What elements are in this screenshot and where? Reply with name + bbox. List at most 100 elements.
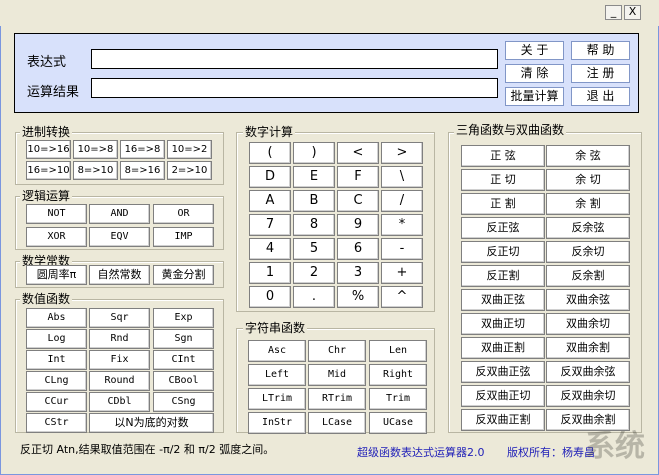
trig-btn-23[interactable]: 反双曲余割 [546,409,630,431]
numeric-fn-btn-6[interactable]: Int [26,350,87,370]
numpad-btn-17[interactable]: 5 [293,238,335,260]
logic-btn-0[interactable]: NOT [26,204,87,224]
numpad-btn-15[interactable]: * [381,214,423,236]
base-btn-1[interactable]: 10=>8 [73,140,118,159]
numpad-btn-22[interactable]: 3 [337,262,379,284]
base-btn-2[interactable]: 16=>8 [120,140,165,159]
base-btn-6[interactable]: 8=>16 [120,161,165,180]
trig-btn-9[interactable]: 反余切 [546,241,630,263]
logic-btn-4[interactable]: EQV [89,227,150,247]
string-fn-btn-0[interactable]: Asc [248,340,306,362]
numeric-fn-btn-12[interactable]: CCur [26,392,87,412]
trig-btn-16[interactable]: 双曲正割 [461,337,545,359]
numpad-btn-20[interactable]: 1 [249,262,291,284]
trig-btn-18[interactable]: 反双曲正弦 [461,361,545,383]
string-fn-btn-9[interactable]: InStr [248,412,306,434]
batch-calc-button[interactable]: 批量计算 [505,87,564,106]
numpad-btn-27[interactable]: ^ [381,286,423,308]
numpad-btn-13[interactable]: 8 [293,214,335,236]
trig-btn-4[interactable]: 正 割 [461,193,545,215]
string-fn-btn-10[interactable]: LCase [308,412,366,434]
numpad-btn-16[interactable]: 4 [249,238,291,260]
numpad-btn-2[interactable]: < [337,142,379,164]
trig-btn-10[interactable]: 反正割 [461,265,545,287]
trig-btn-5[interactable]: 余 割 [546,193,630,215]
logic-btn-2[interactable]: OR [153,204,214,224]
numpad-btn-0[interactable]: ( [249,142,291,164]
numpad-btn-4[interactable]: D [249,166,291,188]
numeric-fn-btn-3[interactable]: Log [26,329,87,349]
numeric-fn-btn-2[interactable]: Exp [153,308,214,328]
numeric-fn-btn-0[interactable]: Abs [26,308,87,328]
constant-btn-2[interactable]: 黄金分割 [153,265,214,285]
numeric-fn-btn-11[interactable]: CBool [153,371,214,391]
string-fn-btn-1[interactable]: Chr [308,340,366,362]
trig-btn-8[interactable]: 反正切 [461,241,545,263]
trig-btn-2[interactable]: 正 切 [461,169,545,191]
numeric-fn-btn-14[interactable]: CSng [153,392,214,412]
numeric-fn-btn-1[interactable]: Sqr [89,308,150,328]
help-button[interactable]: 帮 助 [571,41,630,60]
constant-btn-1[interactable]: 自然常数 [89,265,150,285]
close-button[interactable]: X [624,5,641,20]
string-fn-btn-2[interactable]: Len [369,340,427,362]
string-fn-btn-3[interactable]: Left [248,364,306,386]
numpad-btn-1[interactable]: ) [293,142,335,164]
base-btn-3[interactable]: 10=>2 [167,140,212,159]
numpad-btn-7[interactable]: \ [381,166,423,188]
trig-btn-21[interactable]: 反双曲余切 [546,385,630,407]
numeric-fn-btn-9[interactable]: CLng [26,371,87,391]
string-fn-btn-5[interactable]: Right [369,364,427,386]
numpad-btn-25[interactable]: . [293,286,335,308]
string-fn-btn-11[interactable]: UCase [369,412,427,434]
numpad-btn-12[interactable]: 7 [249,214,291,236]
numpad-btn-26[interactable]: % [337,286,379,308]
trig-btn-15[interactable]: 双曲余切 [546,313,630,335]
numpad-btn-6[interactable]: F [337,166,379,188]
base-btn-5[interactable]: 8=>10 [73,161,118,180]
base-btn-0[interactable]: 10=>16 [26,140,71,159]
logic-btn-3[interactable]: XOR [26,227,87,247]
numpad-btn-5[interactable]: E [293,166,335,188]
string-fn-btn-4[interactable]: Mid [308,364,366,386]
numpad-btn-9[interactable]: B [293,190,335,212]
exit-button[interactable]: 退 出 [571,87,630,106]
numeric-fn-btn-13[interactable]: CDbl [89,392,150,412]
string-fn-btn-7[interactable]: RTrim [308,388,366,410]
clear-button[interactable]: 清 除 [505,64,564,83]
trig-btn-13[interactable]: 双曲余弦 [546,289,630,311]
numeric-fn-btn-10[interactable]: Round [89,371,150,391]
trig-btn-1[interactable]: 余 弦 [546,145,630,167]
base-btn-7[interactable]: 2=>10 [167,161,212,180]
numpad-btn-18[interactable]: 6 [337,238,379,260]
numeric-fn-btn-5[interactable]: Sgn [153,329,214,349]
numpad-btn-10[interactable]: C [337,190,379,212]
numpad-btn-14[interactable]: 9 [337,214,379,236]
numeric-fn-btn-8[interactable]: CInt [153,350,214,370]
numeric-fn-btn-4[interactable]: Rnd [89,329,150,349]
trig-btn-20[interactable]: 反双曲正切 [461,385,545,407]
numeric-fn-btn-7[interactable]: Fix [89,350,150,370]
numpad-btn-21[interactable]: 2 [293,262,335,284]
log-base-n-button[interactable]: 以N为底的对数 [89,413,214,433]
numpad-btn-8[interactable]: A [249,190,291,212]
numpad-btn-3[interactable]: > [381,142,423,164]
numeric-fn-btn-15[interactable]: CStr [26,413,87,433]
numpad-btn-23[interactable]: + [381,262,423,284]
trig-btn-14[interactable]: 双曲正切 [461,313,545,335]
trig-btn-7[interactable]: 反余弦 [546,217,630,239]
logic-btn-5[interactable]: IMP [153,227,214,247]
trig-btn-22[interactable]: 反双曲正割 [461,409,545,431]
string-fn-btn-6[interactable]: LTrim [248,388,306,410]
trig-btn-6[interactable]: 反正弦 [461,217,545,239]
numpad-btn-11[interactable]: / [381,190,423,212]
register-button[interactable]: 注 册 [571,64,630,83]
trig-btn-17[interactable]: 双曲余割 [546,337,630,359]
minimize-button[interactable]: _ [605,5,622,20]
trig-btn-3[interactable]: 余 切 [546,169,630,191]
trig-btn-0[interactable]: 正 弦 [461,145,545,167]
numpad-btn-24[interactable]: 0 [249,286,291,308]
string-fn-btn-8[interactable]: Trim [369,388,427,410]
base-btn-4[interactable]: 16=>10 [26,161,71,180]
trig-btn-19[interactable]: 反双曲余弦 [546,361,630,383]
